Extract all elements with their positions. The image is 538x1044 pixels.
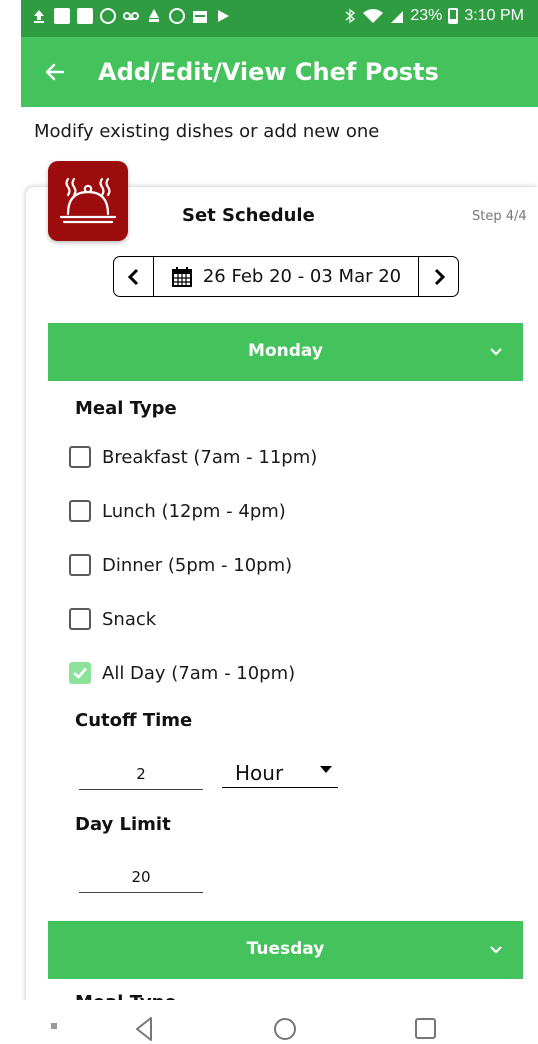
meal-option-label: Breakfast (7am - 11pm) [102,446,318,468]
day-header-monday[interactable]: Monday [48,323,523,381]
page-subtitle: Modify existing dishes or add new one [34,121,380,142]
meal-option-label: All Day (7am - 10pm) [102,662,296,684]
chef-logo [48,161,128,241]
check-icon [73,667,87,679]
calendar-icon [171,266,192,287]
upload-icon [34,10,44,23]
youtube-icon [77,8,93,24]
battery-icon [448,8,459,24]
chevron-right-icon [434,268,445,285]
cutoff-unit-value: Hour [235,761,284,785]
chevron-down-icon [490,348,502,356]
meal-option-snack[interactable]: Snack [69,607,156,631]
meal-option-breakfast[interactable]: Breakfast (7am - 11pm) [69,445,317,469]
whatsapp-icon [100,8,116,24]
day-name: Tuesday [246,939,325,959]
day-header-tuesday[interactable]: Tuesday [48,921,523,979]
day-limit-input[interactable]: 20 [79,868,203,893]
chevron-left-icon [127,268,138,285]
meal-option-label: Snack [102,608,157,630]
step-indicator: Step 4/4 [472,209,527,224]
nav-indicator-icon [51,1023,57,1029]
page-title: Add/Edit/View Chef Posts [98,58,439,86]
app-icon [149,9,159,22]
app-screen: 23% 3:10 PM Add/Edit/View Chef Posts Mod… [0,0,538,1044]
clock: 3:10 PM [464,7,524,24]
chevron-down-icon [490,946,502,954]
previous-week-button[interactable] [114,257,154,296]
signal-icon [391,11,404,23]
checkbox[interactable] [69,500,91,522]
app-bar: Add/Edit/View Chef Posts [21,37,538,107]
voicemail-icon [123,12,139,20]
date-range-text: 26 Feb 20 - 03 Mar 20 [202,266,402,287]
system-nav-bar [0,1000,538,1044]
checkbox-checked[interactable] [69,662,91,684]
cutoff-time-label: Cutoff Time [75,710,193,731]
meal-option-dinner[interactable]: Dinner (5pm - 10pm) [69,553,292,577]
nav-recents-icon[interactable] [415,1018,436,1039]
notification-icons [31,8,231,24]
battery-percent: 23% [410,7,443,24]
calendar-icon [193,11,207,23]
checkbox[interactable] [69,554,91,576]
food-cloche-icon [59,177,117,224]
smiley-icon [169,8,185,24]
wifi-icon [363,9,384,23]
dropdown-caret-icon [320,766,332,773]
youtube-icon [54,8,70,24]
bluetooth-icon [345,8,356,24]
meal-type-label: Meal Type [75,398,177,419]
status-bar: 23% 3:10 PM [21,0,538,37]
date-range-display[interactable]: 26 Feb 20 - 03 Mar 20 [154,257,418,296]
meal-option-label: Lunch (12pm - 4pm) [102,500,286,522]
day-name: Monday [248,341,323,361]
cutoff-time-input[interactable]: 2 [79,765,203,790]
system-status: 23% 3:10 PM [344,7,524,25]
checkbox[interactable] [69,446,91,468]
meal-option-all-day[interactable]: All Day (7am - 10pm) [69,661,295,685]
next-week-button[interactable] [418,257,458,296]
play-store-icon [218,10,229,22]
meal-option-label: Dinner (5pm - 10pm) [102,554,293,576]
date-range-picker: 26 Feb 20 - 03 Mar 20 [113,256,459,297]
nav-back-icon[interactable] [134,1016,154,1042]
nav-home-icon[interactable] [274,1018,296,1040]
card-title: Set Schedule [182,205,315,226]
checkbox[interactable] [69,608,91,630]
day-limit-label: Day Limit [75,814,171,835]
arrow-left-icon[interactable] [43,56,67,88]
cutoff-unit-select[interactable]: Hour [222,760,338,788]
meal-option-lunch[interactable]: Lunch (12pm - 4pm) [69,499,286,523]
